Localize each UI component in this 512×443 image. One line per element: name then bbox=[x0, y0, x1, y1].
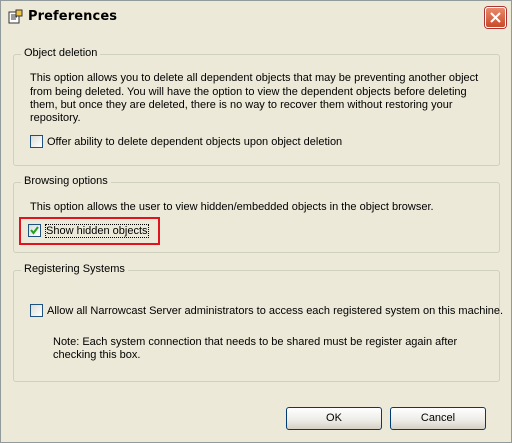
object-deletion-description-line-4: repository. bbox=[30, 112, 81, 124]
dialog-title: Preferences bbox=[28, 9, 118, 24]
show-hidden-objects-label[interactable]: Show hidden objects bbox=[45, 224, 149, 238]
object-deletion-legend: Object deletion bbox=[21, 47, 101, 59]
registering-note-line-2: checking this box. bbox=[53, 349, 141, 361]
object-deletion-description-line-3: them, but once they are deleted, there i… bbox=[30, 99, 453, 111]
allow-narrowcast-checkbox[interactable] bbox=[30, 304, 43, 317]
delete-dependents-label[interactable]: Offer ability to delete dependent object… bbox=[47, 136, 342, 148]
close-button[interactable] bbox=[485, 7, 506, 28]
object-deletion-description-line-2: from being deleted. You will have the op… bbox=[30, 86, 467, 98]
allow-narrowcast-label[interactable]: Allow all Narrowcast Server administrato… bbox=[47, 305, 503, 317]
show-hidden-objects-checkbox[interactable] bbox=[28, 224, 41, 237]
registering-systems-legend: Registering Systems bbox=[21, 263, 128, 275]
cancel-button[interactable]: Cancel bbox=[390, 407, 486, 430]
browsing-options-legend: Browsing options bbox=[21, 175, 111, 187]
ok-button[interactable]: OK bbox=[286, 407, 382, 430]
preferences-dialog: Preferences Object deletion This option … bbox=[0, 0, 512, 443]
browsing-options-description: This option allows the user to view hidd… bbox=[30, 201, 434, 213]
checkmark-icon bbox=[30, 226, 39, 235]
registering-systems-group: Registering Systems bbox=[13, 263, 500, 382]
title-bar[interactable]: Preferences bbox=[1, 1, 511, 31]
object-deletion-description-line-1: This option allows you to delete all dep… bbox=[30, 72, 479, 84]
close-icon bbox=[490, 12, 501, 23]
delete-dependents-checkbox[interactable] bbox=[30, 135, 43, 148]
preferences-icon bbox=[7, 9, 23, 25]
registering-note-line-1: Note: Each system connection that needs … bbox=[53, 336, 458, 348]
